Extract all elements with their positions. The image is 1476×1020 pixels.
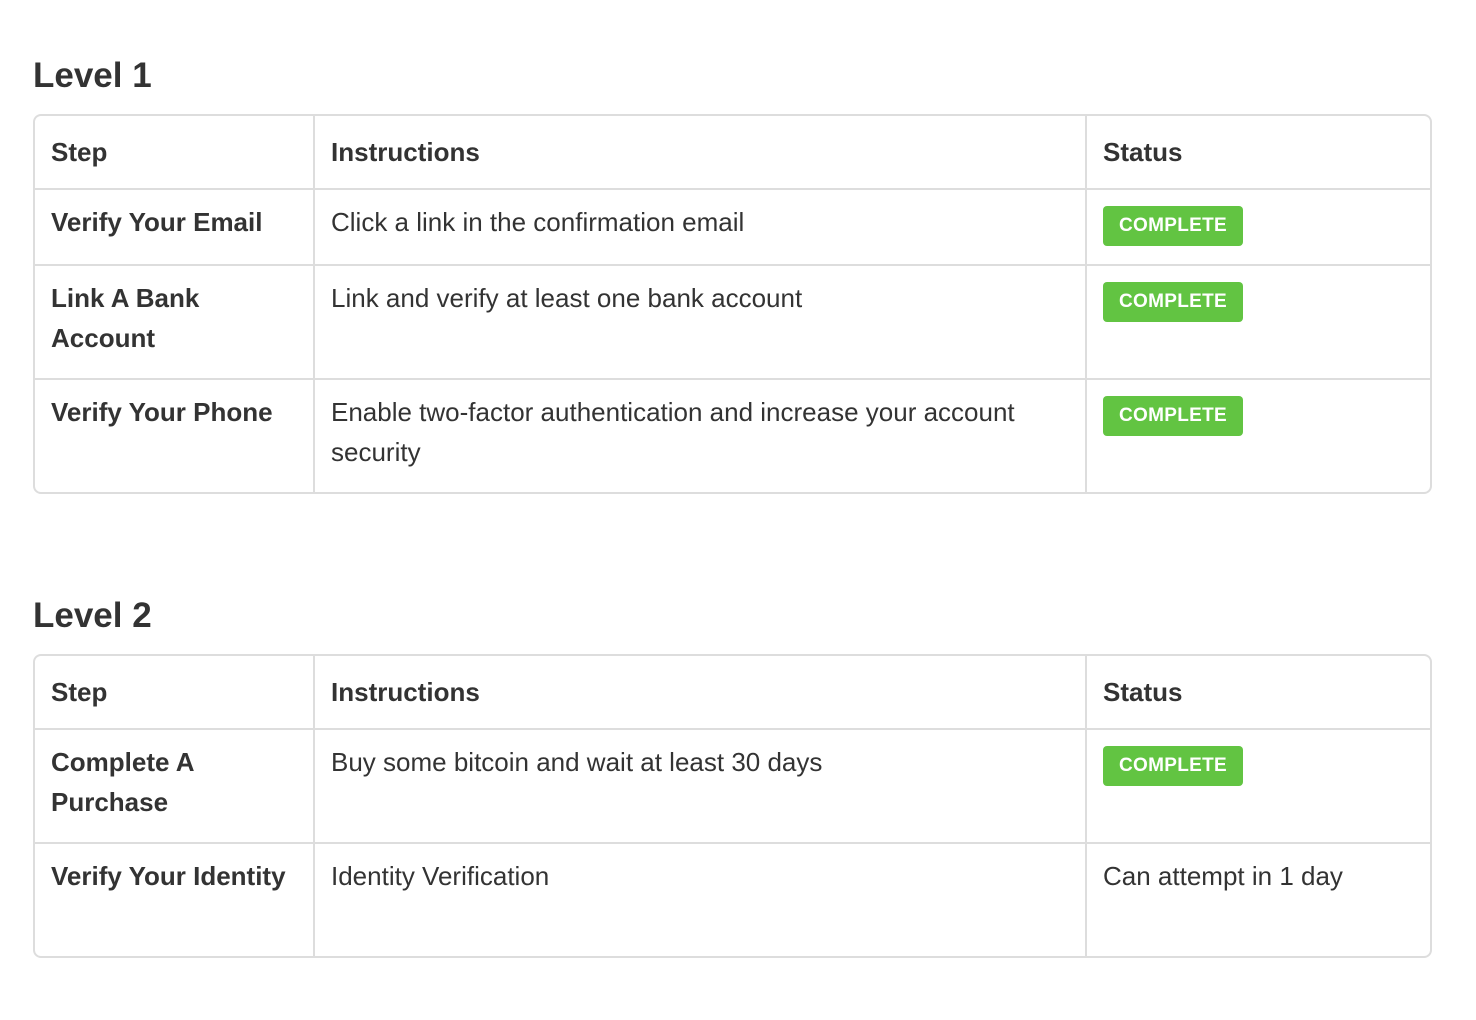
status-badge: COMPLETE bbox=[1103, 206, 1243, 246]
status-cell: COMPLETE bbox=[1085, 380, 1430, 492]
step-name: Link A Bank Account bbox=[51, 283, 200, 353]
step-name: Complete A Purchase bbox=[51, 747, 194, 817]
table-row: Complete A Purchase Buy some bitcoin and… bbox=[35, 728, 1430, 842]
step-instructions: Buy some bitcoin and wait at least 30 da… bbox=[313, 730, 1085, 842]
step-name: Verify Your Identity bbox=[51, 861, 286, 891]
step-instructions: Identity Verification bbox=[313, 844, 1085, 956]
status-badge: COMPLETE bbox=[1103, 396, 1243, 436]
column-header-status: Status bbox=[1085, 656, 1430, 728]
table-header-row: Step Instructions Status bbox=[35, 116, 1430, 188]
status-cell: Can attempt in 1 day bbox=[1085, 844, 1430, 956]
table-row: Link A Bank Account Link and verify at l… bbox=[35, 264, 1430, 378]
table-row: Verify Your Phone Enable two-factor auth… bbox=[35, 378, 1430, 492]
status-badge: COMPLETE bbox=[1103, 282, 1243, 322]
step-name: Verify Your Email bbox=[51, 207, 263, 237]
status-badge: COMPLETE bbox=[1103, 746, 1243, 786]
column-header-instructions: Instructions bbox=[313, 656, 1085, 728]
level-2-heading: Level 2 bbox=[33, 596, 152, 635]
status-cell: COMPLETE bbox=[1085, 730, 1430, 842]
column-header-step: Step bbox=[51, 137, 108, 167]
step-instructions: Click a link in the confirmation email bbox=[313, 190, 1085, 264]
level-2-table: Step Instructions Status Complete A Purc… bbox=[33, 654, 1432, 958]
column-header-instructions: Instructions bbox=[313, 116, 1085, 188]
step-instructions: Enable two-factor authentication and inc… bbox=[313, 380, 1085, 492]
level-1-heading: Level 1 bbox=[33, 56, 152, 95]
status-text: Can attempt in 1 day bbox=[1103, 861, 1343, 891]
status-cell: COMPLETE bbox=[1085, 266, 1430, 378]
column-header-step: Step bbox=[51, 677, 108, 707]
table-header-row: Step Instructions Status bbox=[35, 656, 1430, 728]
column-header-status: Status bbox=[1085, 116, 1430, 188]
table-row: Verify Your Identity Identity Verificati… bbox=[35, 842, 1430, 956]
status-cell: COMPLETE bbox=[1085, 190, 1430, 264]
step-name: Verify Your Phone bbox=[51, 397, 273, 427]
table-row: Verify Your Email Click a link in the co… bbox=[35, 188, 1430, 264]
level-1-table: Step Instructions Status Verify Your Ema… bbox=[33, 114, 1432, 494]
step-instructions: Link and verify at least one bank accoun… bbox=[313, 266, 1085, 378]
